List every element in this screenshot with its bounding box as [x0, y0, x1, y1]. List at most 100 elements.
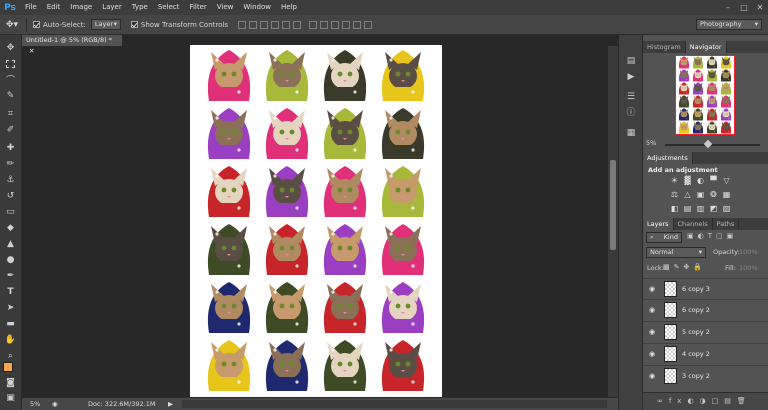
eye-icon[interactable]: ◉ — [649, 350, 657, 358]
auto-select-dropdown[interactable]: Layer ▾ — [90, 19, 121, 30]
distribute-top-icon[interactable] — [308, 20, 317, 29]
menu-type[interactable]: Type — [127, 0, 153, 15]
color-balance-icon[interactable]: △ — [683, 190, 692, 199]
clone-stamp-tool-icon[interactable]: ⚓ — [4, 173, 17, 186]
close-tab-icon[interactable]: ✕ — [29, 47, 34, 55]
layer-row[interactable]: ◉ 6 copy 3 — [643, 278, 768, 299]
foreground-color-swatch[interactable] — [3, 362, 13, 372]
zoom-tool-icon[interactable]: ⌕ — [4, 349, 17, 362]
distribute-bottom-icon[interactable] — [330, 20, 339, 29]
dodge-tool-icon[interactable]: ● — [4, 253, 17, 266]
layer-row[interactable]: ◉ 3 copy 2 — [643, 365, 768, 386]
opacity-value[interactable]: 100% — [739, 248, 758, 256]
tab-paths[interactable]: Paths — [713, 218, 740, 230]
brush-tool-icon[interactable]: ✏ — [4, 157, 17, 170]
invert-icon[interactable]: ◧ — [670, 204, 679, 213]
navigator-zoom-slider[interactable] — [665, 144, 760, 146]
brightness-icon[interactable]: ☀ — [670, 176, 679, 185]
healing-brush-tool-icon[interactable]: ✚ — [4, 141, 17, 154]
status-arrow-icon[interactable]: ▶ — [168, 398, 173, 410]
align-hcenter-icon[interactable] — [281, 20, 290, 29]
posterize-icon[interactable]: ▤ — [683, 204, 692, 213]
navigator-slider-thumb[interactable] — [703, 139, 713, 149]
maximize-button[interactable]: □ — [736, 0, 752, 15]
lasso-tool-icon[interactable]: ⌒ — [4, 73, 17, 86]
tab-histogram[interactable]: Histogram — [643, 41, 686, 53]
layer-filter-icons[interactable]: ▣◐T▢▣ — [687, 232, 737, 240]
close-button[interactable]: ✕ — [752, 0, 768, 15]
lock-icons[interactable]: ▩✎✥🔒 — [663, 263, 706, 271]
fill-value[interactable]: 100% — [739, 264, 758, 272]
tab-adjustments[interactable]: Adjustments — [643, 152, 693, 164]
scrollbar-thumb[interactable] — [610, 160, 616, 250]
minimize-button[interactable]: – — [720, 0, 736, 15]
show-transform-checkbox[interactable] — [130, 21, 138, 28]
crop-tool-icon[interactable]: ⌗ — [4, 107, 17, 120]
align-left-icon[interactable] — [270, 20, 279, 29]
document-tab[interactable]: Untitled-1 @ 5% (RGB/8) * ✕ — [22, 35, 122, 55]
menu-select[interactable]: Select — [153, 0, 185, 15]
layer-footer-icons[interactable]: ∞fx◐◑□▤🗑 — [657, 397, 752, 405]
navigator-preview[interactable] — [675, 55, 735, 135]
eye-icon[interactable]: ◉ — [649, 328, 657, 336]
distribute-hcenter-icon[interactable] — [352, 20, 361, 29]
curves-icon[interactable]: ◐ — [696, 176, 705, 185]
blend-mode-dropdown[interactable]: Normal ▾ — [646, 247, 706, 258]
tab-layers[interactable]: Layers — [643, 218, 674, 230]
quick-mask-icon[interactable]: ◙ — [4, 376, 17, 389]
eraser-tool-icon[interactable]: ▭ — [4, 205, 17, 218]
type-tool-icon[interactable]: T — [4, 285, 17, 298]
eye-icon[interactable]: ◉ — [649, 285, 657, 293]
align-top-icon[interactable] — [237, 20, 246, 29]
menu-layer[interactable]: Layer — [97, 0, 127, 15]
menu-help[interactable]: Help — [276, 0, 302, 15]
document-canvas[interactable] — [190, 45, 442, 397]
marquee-tool-icon[interactable] — [4, 57, 17, 70]
actions-play-icon[interactable]: ▶ — [625, 71, 637, 83]
pen-tool-icon[interactable]: ✒ — [4, 269, 17, 282]
eye-icon[interactable]: ◉ — [649, 372, 657, 380]
history-brush-tool-icon[interactable]: ↺ — [4, 189, 17, 202]
align-bottom-icon[interactable] — [259, 20, 268, 29]
exposure-icon[interactable]: ▀ — [709, 176, 718, 185]
layer-row[interactable]: ◉ 6 copy 2 — [643, 299, 768, 320]
menu-filter[interactable]: Filter — [184, 0, 211, 15]
tab-channels[interactable]: Channels — [674, 218, 713, 230]
brush-presets-icon[interactable]: ▦ — [625, 127, 637, 139]
history-icon[interactable]: ▤ — [625, 55, 637, 67]
distribute-left-icon[interactable] — [341, 20, 350, 29]
auto-select-checkbox[interactable] — [33, 21, 40, 28]
zoom-level[interactable]: 5% — [30, 398, 40, 410]
layer-row[interactable]: ◉ 4 copy 2 — [643, 343, 768, 364]
vibrance-icon[interactable]: ▽ — [722, 176, 731, 185]
menu-image[interactable]: Image — [65, 0, 97, 15]
levels-icon[interactable]: ▓ — [683, 176, 692, 185]
properties-icon[interactable]: ☰ — [625, 91, 637, 103]
info-icon[interactable]: ⓘ — [625, 105, 637, 118]
menu-file[interactable]: File — [20, 0, 42, 15]
layer-kind-filter[interactable]: ⌕ Kind — [646, 232, 682, 243]
paint-bucket-tool-icon[interactable]: ◆ — [4, 221, 17, 234]
eye-icon[interactable]: ◉ — [649, 306, 657, 314]
hand-tool-icon[interactable]: ✋ — [4, 333, 17, 346]
navigator-zoom[interactable]: 5% — [646, 139, 656, 147]
distribute-right-icon[interactable] — [363, 20, 372, 29]
blur-tool-icon[interactable]: ▲ — [4, 237, 17, 250]
status-menu-icon[interactable]: ◉ — [52, 398, 58, 410]
gradient-map-icon[interactable]: ◩ — [709, 204, 718, 213]
eyedropper-tool-icon[interactable]: ✐ — [4, 123, 17, 136]
screen-mode-icon[interactable]: ▣ — [4, 391, 17, 404]
black-white-icon[interactable]: ▣ — [696, 190, 705, 199]
menu-window[interactable]: Window — [238, 0, 276, 15]
distribute-vcenter-icon[interactable] — [319, 20, 328, 29]
move-tool-preset-icon[interactable]: ✥▾ — [0, 20, 24, 30]
channel-mixer-icon[interactable]: ▦ — [722, 190, 731, 199]
horizontal-scrollbar[interactable] — [182, 400, 607, 408]
shape-tool-icon[interactable]: ▬ — [4, 317, 17, 330]
hue-saturation-icon[interactable]: ⚖ — [670, 190, 679, 199]
quick-select-tool-icon[interactable]: ✎ — [4, 89, 17, 102]
selective-color-icon[interactable]: ▨ — [722, 204, 731, 213]
tab-navigator[interactable]: Navigator — [685, 41, 727, 53]
threshold-icon[interactable]: ▥ — [696, 204, 705, 213]
move-tool-icon[interactable]: ✥ — [4, 41, 17, 54]
